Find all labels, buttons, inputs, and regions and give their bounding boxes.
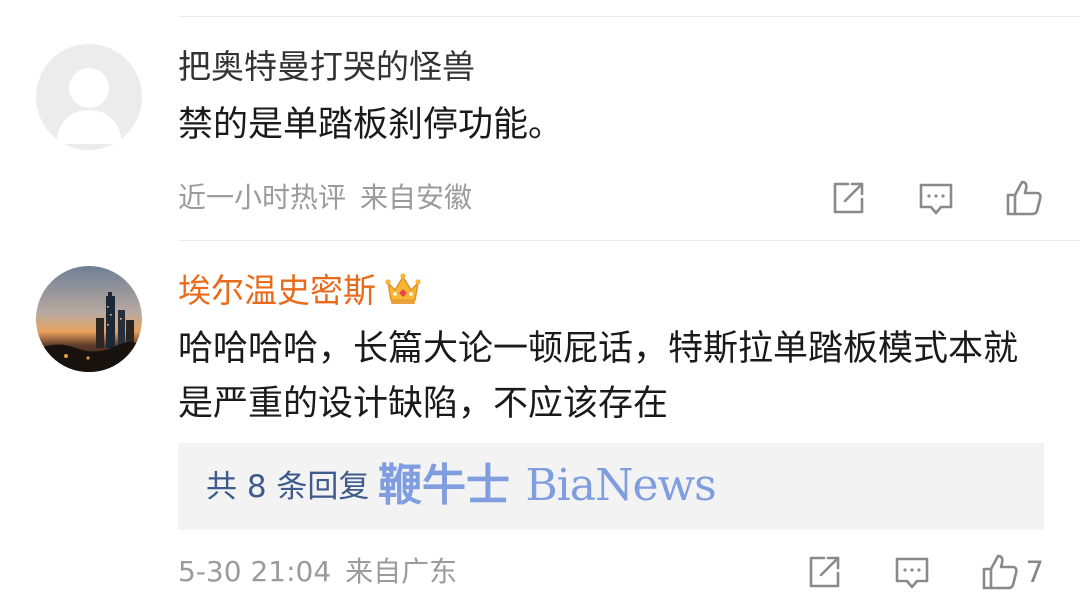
share-icon (833, 182, 864, 214)
comment-button[interactable] (892, 550, 932, 594)
default-avatar-silhouette-icon (36, 44, 142, 150)
like-button[interactable]: 7 (980, 550, 1044, 594)
username[interactable]: 埃尔温史密斯 (178, 270, 422, 311)
comment-icon (895, 557, 928, 589)
vip-crown-icon (384, 270, 422, 308)
comment-divider (178, 240, 1080, 241)
watermark-cn: 鞭牛士 (378, 460, 510, 511)
city-skyline-sunset-photo-icon (36, 266, 142, 372)
comment-location: 来自安徽 (360, 181, 473, 214)
top-divider (178, 16, 1080, 17)
comment-meta: 5-30 21:04 来自广东 (178, 555, 457, 589)
comment-text: 禁的是单踏板刹停功能。 (178, 105, 564, 145)
thumbs-up-icon (982, 554, 1018, 590)
like-count: 7 (1025, 555, 1044, 589)
comment-button[interactable] (916, 176, 956, 220)
username-text: 埃尔温史密斯 (178, 271, 376, 310)
watermark-latin: BiaNews (525, 460, 716, 511)
username[interactable]: 把奥特曼打哭的怪兽 (178, 47, 475, 87)
share-button[interactable] (828, 176, 868, 220)
comment-time: 5-30 21:04 (178, 555, 332, 588)
avatar[interactable] (36, 266, 142, 372)
comment-location: 来自广东 (345, 555, 458, 588)
comment-icon (919, 183, 953, 215)
share-button[interactable] (804, 550, 844, 594)
comment-meta: 近一小时热评 来自安徽 (178, 181, 472, 215)
avatar[interactable] (36, 44, 142, 150)
comment-time: 近一小时热评 (178, 181, 347, 214)
reply-summary-link[interactable]: 共 8 条回复 (206, 467, 369, 507)
comment-actions (828, 176, 1044, 220)
share-icon (809, 556, 839, 588)
watermark: 鞭牛士 BiaNews (378, 458, 717, 514)
like-button[interactable] (1004, 176, 1044, 220)
comment-actions: 7 (804, 550, 1044, 594)
thumbs-up-icon (1006, 180, 1042, 216)
comment-text: 哈哈哈哈，长篇大论一顿屁话，特斯拉单踏板模式本就是严重的设计缺陷，不应该存在 (178, 329, 1019, 424)
